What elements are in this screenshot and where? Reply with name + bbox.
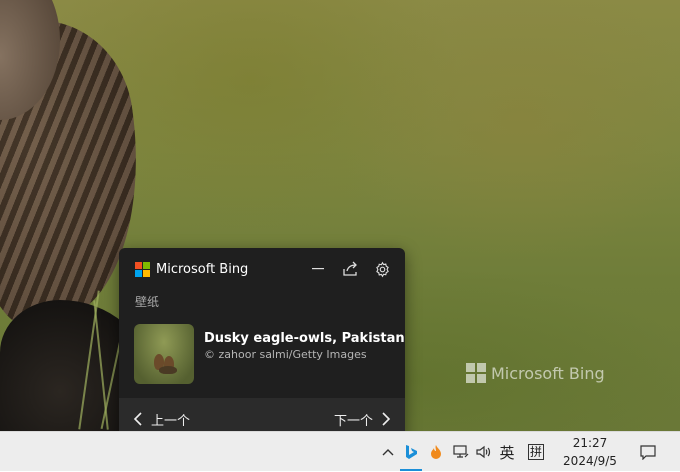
windows-logo-icon	[466, 363, 486, 383]
gear-icon[interactable]	[373, 260, 391, 278]
bing-wallpaper-flyout: Microsoft Bing 壁纸 Dusky eagle-owls, Paki…	[119, 248, 405, 444]
next-label: 下一个	[333, 413, 373, 429]
ime-mode-label: 拼	[527, 444, 544, 460]
clock-date: 2024/9/5	[563, 454, 617, 468]
bing-tray-icon[interactable]	[400, 432, 422, 472]
ime-language-indicator[interactable]: 英	[496, 432, 518, 472]
wallpaper-credit: © zahoor salmi/Getty Images	[204, 348, 367, 361]
flyout-brand: Microsoft Bing	[156, 262, 249, 277]
thumbnail-branch	[159, 366, 177, 374]
microsoft-logo-icon	[135, 262, 150, 277]
minimize-icon[interactable]	[309, 260, 327, 278]
taskbar-clock[interactable]: 21:27 2024/9/5	[556, 434, 624, 470]
wallpaper-thumbnail[interactable]	[134, 324, 194, 384]
volume-icon[interactable]	[473, 432, 495, 472]
chevron-right-icon	[382, 412, 391, 426]
share-icon[interactable]	[341, 260, 359, 278]
wallpaper-title[interactable]: Dusky eagle-owls, Pakistan	[204, 331, 405, 346]
network-icon[interactable]	[450, 432, 472, 472]
ime-mode-indicator[interactable]: 拼	[525, 432, 547, 472]
taskbar: 英 拼 21:27 2024/9/5	[0, 431, 680, 471]
watermark-text: Microsoft Bing	[491, 363, 605, 383]
show-hidden-icons-chevron-up-icon[interactable]	[378, 432, 398, 472]
wallpaper-section-label: 壁纸	[135, 295, 160, 309]
flyout-header: Microsoft Bing	[135, 262, 248, 277]
notification-center-icon[interactable]	[634, 432, 662, 472]
previous-label: 上一个	[151, 413, 191, 429]
clock-time: 21:27	[572, 436, 608, 450]
bing-watermark: Microsoft Bing	[466, 363, 605, 383]
chevron-left-icon	[133, 412, 142, 426]
flame-app-icon[interactable]	[424, 432, 448, 472]
